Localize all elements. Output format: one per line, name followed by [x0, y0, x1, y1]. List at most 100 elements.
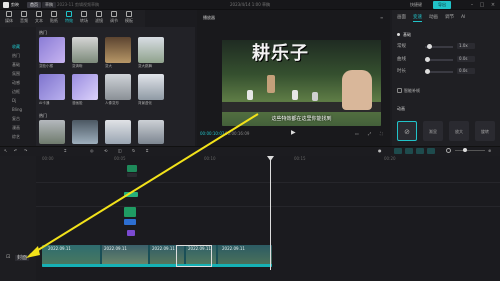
tool-sticker[interactable]: 贴纸	[47, 11, 61, 26]
effect-thumb[interactable]	[138, 120, 164, 144]
audio-icon	[21, 11, 27, 17]
zoom-knob[interactable]	[463, 148, 467, 152]
crop-icon[interactable]: ⌗	[146, 148, 148, 153]
zoom-icon[interactable]: ⤢	[368, 131, 371, 136]
speed-value[interactable]: 1.0x	[457, 43, 475, 49]
nav-item-frame[interactable]: 边框	[3, 87, 33, 96]
track-lock-icon[interactable]: ⊡	[6, 254, 10, 260]
nav-item-comic[interactable]: 漫画	[3, 123, 33, 132]
tool-adjust[interactable]: 调节	[107, 11, 121, 26]
effect-thumb[interactable]	[105, 120, 131, 144]
player-menu-icon[interactable]: ≡	[380, 15, 383, 20]
effect-thumb[interactable]	[39, 37, 65, 63]
filter-icon	[96, 11, 102, 17]
nav-item-dj[interactable]: Dj	[3, 96, 33, 105]
total-time: 00:00:16:09	[225, 131, 250, 136]
anim-card-none[interactable]: ⊘	[397, 121, 417, 141]
speed-slider[interactable]	[425, 44, 453, 49]
section-title-2: 热门	[39, 113, 47, 118]
maximize-icon[interactable]: □	[478, 1, 486, 9]
duration-slider[interactable]	[425, 69, 453, 74]
tool-effects[interactable]: 特效	[62, 11, 76, 26]
effect-thumb[interactable]	[105, 74, 131, 100]
effect-clip[interactable]	[127, 173, 137, 177]
effect-clip[interactable]	[124, 192, 138, 197]
nav-item-retro[interactable]: 复古	[3, 114, 33, 123]
snap-toggle-icon[interactable]	[405, 148, 413, 154]
nav-item-hot[interactable]: 热门	[3, 51, 33, 60]
curve-value[interactable]: 0.0s	[457, 56, 475, 62]
tool-audio[interactable]: 音频	[17, 11, 31, 26]
tab-speed[interactable]: 变速	[413, 13, 422, 22]
nav-item-atmosphere[interactable]: 氛围	[3, 69, 33, 78]
tool-label: 特效	[65, 18, 73, 23]
play-icon[interactable]: ▶	[291, 129, 298, 136]
link-toggle-icon[interactable]	[394, 148, 402, 154]
minimize-icon[interactable]: –	[468, 1, 476, 9]
effect-thumb[interactable]	[72, 37, 98, 63]
tool-transition[interactable]: 转场	[77, 11, 91, 26]
redo-icon[interactable]: ↷	[24, 148, 27, 153]
tab-ai[interactable]: AI	[461, 13, 465, 22]
fullscreen-icon[interactable]: ⛶	[380, 131, 383, 136]
nav-item-dynamic[interactable]: 动感	[3, 78, 33, 87]
basic-toggle-icon[interactable]	[397, 33, 400, 36]
slider-knob[interactable]	[425, 69, 430, 74]
select-tool-icon[interactable]: ↖	[4, 148, 7, 153]
main-track-magnet-icon[interactable]	[427, 148, 435, 154]
export-button[interactable]: 导出	[433, 1, 451, 9]
anim-card-fade[interactable]: 渐显	[423, 121, 443, 141]
tool-template[interactable]: 模板	[122, 11, 136, 26]
ratio-icon[interactable]: ▭	[355, 131, 359, 136]
zoom-out-icon[interactable]	[446, 148, 451, 153]
main-video-track[interactable]: 2022.09.11 2022.09.11 2022.09.11 2022.09…	[42, 245, 272, 267]
effect-thumb[interactable]	[39, 74, 65, 100]
anim-card-rotate[interactable]: 旋转	[475, 121, 495, 141]
playhead[interactable]	[270, 156, 271, 270]
effect-thumb[interactable]	[105, 37, 131, 63]
effect-clip[interactable]	[127, 230, 135, 236]
shortcut-button[interactable]: 快捷键	[410, 2, 430, 8]
undo-icon[interactable]: ↶	[14, 148, 17, 153]
zoom-slider[interactable]	[455, 148, 485, 152]
smart-frame-checkbox[interactable]	[397, 88, 402, 93]
close-icon[interactable]: ×	[489, 1, 497, 9]
slider-knob[interactable]	[427, 44, 432, 49]
freeze-icon[interactable]: ◎	[90, 148, 94, 153]
tool-text[interactable]: 文本	[32, 11, 46, 26]
zoom-in-icon[interactable]: ⊕	[488, 148, 491, 153]
nav-item-favorites[interactable]: 收藏	[3, 42, 33, 51]
preview-axis-icon[interactable]	[416, 148, 424, 154]
mirror-icon[interactable]: ◫	[118, 148, 122, 153]
effect-thumb[interactable]	[39, 120, 65, 144]
selected-clip-outline[interactable]	[176, 245, 212, 267]
slider-knob[interactable]	[425, 57, 430, 62]
nav-item-bling[interactable]: Bling	[3, 105, 33, 114]
tool-filter[interactable]: 滤镜	[92, 11, 106, 26]
effect-clip[interactable]	[124, 219, 136, 225]
tool-media[interactable]: 媒体	[2, 11, 16, 26]
tab-drafts[interactable]: 草稿	[42, 2, 56, 8]
curve-slider[interactable]	[425, 57, 453, 62]
tab-animation[interactable]: 动画	[429, 13, 438, 22]
video-preview[interactable]: 耕乐子 这些特效都在这里你能找到	[222, 40, 381, 126]
nav-item-variety[interactable]: 综艺	[3, 132, 33, 141]
reverse-icon[interactable]: ⟲	[104, 148, 107, 153]
nav-item-basic[interactable]: 基础	[3, 60, 33, 69]
mic-icon[interactable]: ●	[378, 148, 382, 153]
effect-clip[interactable]	[124, 207, 136, 217]
cover-label[interactable]: 封面	[15, 255, 30, 261]
effect-thumb[interactable]	[138, 74, 164, 100]
effect-thumb[interactable]	[72, 120, 98, 144]
effect-thumb[interactable]	[72, 74, 98, 100]
hand-figure	[342, 70, 372, 110]
duration-value[interactable]: 0.0s	[457, 68, 475, 74]
effect-thumb[interactable]	[138, 37, 164, 63]
effect-clip[interactable]	[127, 165, 137, 172]
rotate-icon[interactable]: ↻	[132, 148, 135, 153]
anim-card-zoom[interactable]: 放大	[449, 121, 469, 141]
split-icon[interactable]: ⌶	[64, 148, 66, 153]
tab-adjust[interactable]: 调节	[445, 13, 454, 22]
tab-home[interactable]: 首页	[27, 2, 41, 8]
tab-picture[interactable]: 画面	[397, 13, 406, 22]
